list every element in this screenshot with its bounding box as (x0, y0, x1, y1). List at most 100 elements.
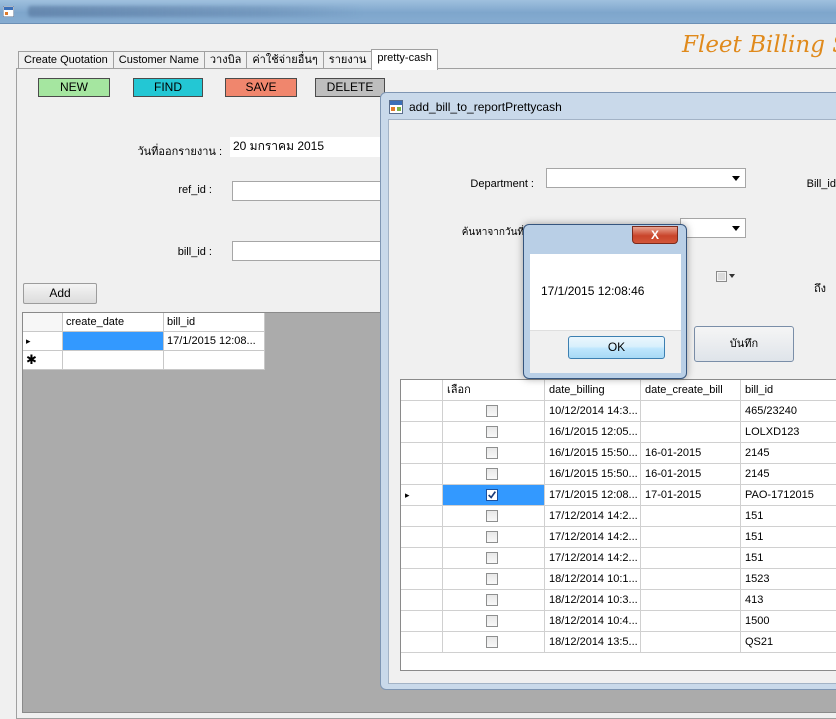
checkbox[interactable] (486, 552, 498, 564)
select-cell[interactable] (443, 506, 545, 527)
column-header-bill-id[interactable]: bill_id (164, 313, 265, 332)
cell-date-billing[interactable]: 18/12/2014 10:3... (545, 590, 641, 611)
checkbox[interactable] (486, 531, 498, 543)
select-cell[interactable] (443, 485, 545, 506)
search-dropdown[interactable] (680, 218, 746, 238)
cell-create-date-selected[interactable] (63, 332, 164, 351)
cell-bill-id[interactable]: 2145 (741, 443, 836, 464)
select-cell[interactable] (443, 527, 545, 548)
cell-date-billing[interactable]: 18/12/2014 10:1... (545, 569, 641, 590)
row-header (401, 569, 443, 590)
select-cell[interactable] (443, 422, 545, 443)
cell-bill-id[interactable]: 151 (741, 548, 836, 569)
checkbox[interactable] (486, 510, 498, 522)
column-header-2[interactable]: date_create_bill (641, 380, 741, 401)
cell-date-create-bill[interactable] (641, 506, 741, 527)
cell-date-create-bill[interactable] (641, 401, 741, 422)
cell-date-create-bill[interactable] (641, 548, 741, 569)
cell-bill-id[interactable]: 1523 (741, 569, 836, 590)
row-header-corner (23, 313, 63, 332)
tab-5[interactable]: pretty-cash (371, 49, 438, 70)
cell-bill-id[interactable]: 465/23240 (741, 401, 836, 422)
cell-date-create-bill[interactable] (641, 422, 741, 443)
window-title-bar[interactable] (0, 0, 836, 24)
bills-grid[interactable]: เลือก date_billing date_create_bill bill_id… (400, 379, 836, 671)
cell-date-billing[interactable]: 18/12/2014 13:5... (545, 632, 641, 653)
row-header (401, 464, 443, 485)
save-button[interactable]: SAVE (225, 78, 297, 97)
select-cell[interactable] (443, 464, 545, 485)
row-header (401, 443, 443, 464)
cell-bill-id[interactable]: 17/1/2015 12:08... (164, 332, 265, 351)
checkbox[interactable] (486, 615, 498, 627)
cell-bill-id[interactable]: LOLXD123 (741, 422, 836, 443)
checkbox-checked[interactable] (486, 489, 498, 501)
checkbox[interactable] (486, 468, 498, 480)
cell-date-billing[interactable]: 16/1/2015 15:50... (545, 443, 641, 464)
column-header-1[interactable]: date_billing (545, 380, 641, 401)
column-header-3[interactable]: bill_id (741, 380, 836, 401)
dialog-title-bar[interactable]: add_bill_to_reportPrettycash (385, 96, 836, 118)
new-button[interactable]: NEW (38, 78, 110, 97)
select-cell[interactable] (443, 443, 545, 464)
select-cell[interactable] (443, 590, 545, 611)
current-row-indicator: ▸ (23, 332, 63, 351)
cell-date-billing[interactable]: 16/1/2015 15:50... (545, 464, 641, 485)
cell-date-billing[interactable]: 16/1/2015 12:05... (545, 422, 641, 443)
close-icon[interactable]: X (632, 226, 678, 244)
cell-date-billing[interactable]: 17/12/2014 14:2... (545, 506, 641, 527)
checkbox[interactable] (486, 405, 498, 417)
bill-id-filter-label: Bill_id (806, 178, 836, 190)
find-button[interactable]: FIND (133, 78, 203, 97)
new-row-indicator: ✱ (23, 351, 63, 370)
column-header-0[interactable]: เลือก (443, 380, 545, 401)
bill-id-input[interactable] (232, 241, 382, 261)
cell-date-create-bill[interactable]: 17-01-2015 (641, 485, 741, 506)
cell-date-billing[interactable]: 17/12/2014 14:2... (545, 527, 641, 548)
cell-bill-id[interactable]: QS21 (741, 632, 836, 653)
checkbox[interactable] (486, 447, 498, 459)
select-cell[interactable] (443, 632, 545, 653)
cell-date-billing[interactable]: 17/12/2014 14:2... (545, 548, 641, 569)
cell-bill-id[interactable]: PAO-1712015 (741, 485, 836, 506)
new-row-cell-create-date[interactable] (63, 351, 164, 370)
cell-date-billing[interactable]: 18/12/2014 10:4... (545, 611, 641, 632)
select-cell[interactable] (443, 569, 545, 590)
department-dropdown[interactable] (546, 168, 746, 188)
checkbox[interactable] (486, 636, 498, 648)
cell-date-create-bill[interactable] (641, 632, 741, 653)
cell-date-create-bill[interactable]: 16-01-2015 (641, 464, 741, 485)
from-date-picker[interactable] (686, 266, 746, 286)
current-row-indicator: ▸ (401, 485, 443, 506)
cell-date-create-bill[interactable] (641, 569, 741, 590)
select-cell[interactable] (443, 401, 545, 422)
column-header-create-date[interactable]: create_date (63, 313, 164, 332)
cell-bill-id[interactable]: 151 (741, 506, 836, 527)
cell-date-create-bill[interactable]: 16-01-2015 (641, 443, 741, 464)
checkbox[interactable] (486, 426, 498, 438)
delete-button[interactable]: DELETE (315, 78, 385, 97)
app-title: Fleet Billing Sy (682, 32, 836, 58)
cell-date-create-bill[interactable] (641, 527, 741, 548)
cell-bill-id[interactable]: 2145 (741, 464, 836, 485)
checkbox[interactable] (486, 594, 498, 606)
search-from-date-label: ค้นหาจากวันที่ (461, 227, 524, 238)
ref-id-input[interactable] (232, 181, 382, 201)
report-date-label: วันที่ออกรายงาน : (137, 146, 222, 158)
select-cell[interactable] (443, 611, 545, 632)
cell-bill-id[interactable]: 1500 (741, 611, 836, 632)
ok-button[interactable]: OK (568, 336, 665, 359)
add-button[interactable]: Add (23, 283, 97, 304)
row-header (401, 401, 443, 422)
cell-date-create-bill[interactable] (641, 611, 741, 632)
cell-date-billing[interactable]: 17/1/2015 12:08... (545, 485, 641, 506)
cell-bill-id[interactable]: 413 (741, 590, 836, 611)
new-row-cell-bill-id[interactable] (164, 351, 265, 370)
cell-date-create-bill[interactable] (641, 590, 741, 611)
report-date-picker[interactable]: 20 มกราคม 2015 (230, 137, 380, 157)
save-selection-button[interactable]: บันทึก (694, 326, 794, 362)
select-cell[interactable] (443, 548, 545, 569)
cell-date-billing[interactable]: 10/12/2014 14:3... (545, 401, 641, 422)
cell-bill-id[interactable]: 151 (741, 527, 836, 548)
checkbox[interactable] (486, 573, 498, 585)
